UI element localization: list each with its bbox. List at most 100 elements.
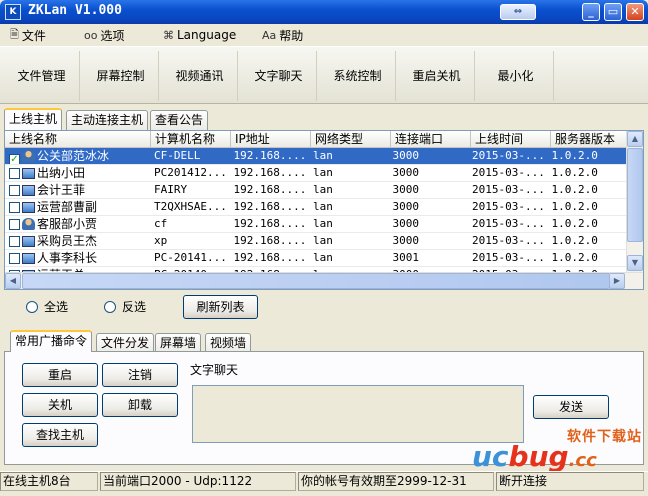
computer-icon: [22, 202, 35, 213]
shutdown-button[interactable]: 关机: [22, 393, 98, 417]
minimize-button[interactable]: _: [582, 3, 600, 21]
host-name-cell: 出纳小田: [5, 165, 150, 181]
row-checkbox[interactable]: [9, 236, 20, 247]
col-online-name[interactable]: 上线名称: [5, 131, 151, 148]
user-icon: [22, 150, 35, 162]
col-ip[interactable]: IP地址: [231, 131, 311, 148]
tab-announcements[interactable]: 查看公告: [150, 110, 209, 130]
table-row[interactable]: 运营部曹副 T2QXHSAE... 192.168.... lan 3000 2015-0…: [5, 199, 627, 216]
file-manage-button[interactable]: 文件管理: [4, 51, 80, 101]
logout-button[interactable]: 注销: [102, 363, 178, 387]
cell-ver: 1.0.2.0: [551, 234, 598, 247]
title-bar[interactable]: K ZKLan V1.000 ⇔ _ ▭ ✕: [0, 0, 648, 24]
row-checkbox[interactable]: ✓: [9, 154, 20, 164]
select-all-radio[interactable]: 全选: [26, 298, 68, 315]
menu-help[interactable]: Aa 帮助: [262, 27, 303, 43]
menu-file[interactable]: 🗎 文件: [10, 27, 46, 43]
horizontal-scroll-thumb[interactable]: [22, 273, 610, 289]
computer-icon: [22, 168, 35, 179]
cell-computer: FAIRY: [154, 183, 188, 196]
transfer-icon[interactable]: ⇔: [500, 4, 536, 20]
tab-broadcast-commands[interactable]: 常用广播命令: [10, 330, 93, 352]
tab-video-wall[interactable]: 视频墙: [205, 333, 252, 353]
cell-net: lan: [313, 251, 333, 264]
computer-icon: [22, 185, 35, 196]
tab-online-hosts[interactable]: 上线主机: [4, 108, 63, 130]
col-computer-name[interactable]: 计算机名称: [151, 131, 231, 148]
menu-options-label: 选项: [100, 28, 125, 43]
file-icon: 🗎: [10, 27, 19, 41]
screen-control-button[interactable]: 屏幕控制: [83, 51, 159, 101]
cell-time: 2015-03-...: [467, 148, 548, 164]
cell-ip: 192.168....: [233, 166, 307, 179]
cell-ver: 1.0.2.0: [551, 200, 598, 213]
table-row[interactable]: 出纳小田 PC201412... 192.168.... lan 3000 2015-03…: [5, 165, 627, 182]
host-name-cell: 采购员王杰: [5, 233, 150, 249]
cell-port: 3000: [392, 200, 420, 213]
text-chat-button[interactable]: 文字聊天: [241, 51, 317, 101]
col-server-version[interactable]: 服务器版本: [551, 131, 631, 148]
cell-ip: 192.168....: [233, 200, 307, 213]
vertical-scroll-thumb[interactable]: [627, 148, 643, 242]
uninstall-button[interactable]: 卸载: [102, 393, 178, 417]
row-checkbox[interactable]: [9, 168, 20, 179]
table-row[interactable]: 客服部小贾 cf 192.168.... lan 3000 2015-03-... 1.0.…: [5, 216, 627, 233]
chat-input[interactable]: [192, 385, 524, 443]
restart-button[interactable]: 重启: [22, 363, 98, 387]
table-row[interactable]: 人事李科长 PC-20141... 192.168.... lan 3001 2015-0…: [5, 250, 627, 267]
row-checkbox[interactable]: [9, 219, 20, 230]
cell-computer: PC201412...: [154, 166, 227, 179]
table-row[interactable]: 采购员王杰 xp 192.168.... lan 3000 2015-03-... 1.0.…: [5, 233, 627, 250]
cell-ip: 192.168....: [233, 183, 307, 196]
cell-port: 3000: [388, 148, 468, 164]
grid-header: 上线名称 计算机名称 IP地址 网络类型 连接端口 上线时间 服务器版本: [5, 131, 631, 148]
table-row[interactable]: ✓ 公关部范冰冰 CF-DELL 192.168.... lan 3000 2015-03-…: [5, 148, 627, 165]
status-connection: 断开连接: [496, 472, 644, 491]
restart-shutdown-button[interactable]: 重启关机: [399, 51, 475, 101]
col-online-time[interactable]: 上线时间: [471, 131, 551, 148]
scroll-up-icon[interactable]: ▲: [627, 131, 643, 147]
horizontal-scrollbar[interactable]: ◀ ▶: [5, 272, 643, 289]
cell-time: 2015-03-...: [471, 183, 545, 196]
host-name: 运营部曹副: [37, 200, 98, 214]
tab-screen-wall[interactable]: 屏幕墙: [155, 333, 202, 353]
cell-ver: 1.0.2.0: [551, 166, 598, 179]
cell-time: 2015-03-...: [471, 234, 545, 247]
scroll-down-icon[interactable]: ▼: [627, 255, 643, 271]
invert-select-radio[interactable]: 反选: [104, 298, 146, 315]
scroll-left-icon[interactable]: ◀: [5, 273, 21, 289]
host-name-cell: 运营部曹副: [5, 199, 150, 215]
row-checkbox[interactable]: [9, 202, 20, 213]
table-row[interactable]: 会计王菲 FAIRY 192.168.... lan 3000 2015-03-... 1.…: [5, 182, 627, 199]
scroll-right-icon[interactable]: ▶: [609, 273, 625, 289]
cell-ip: 192.168....: [233, 251, 307, 264]
system-control-button[interactable]: 系统控制: [320, 51, 396, 101]
cell-ip: 192.168....: [233, 217, 307, 230]
vertical-scrollbar[interactable]: ▲ ▼: [626, 131, 643, 272]
menu-language[interactable]: ⌘ Language: [163, 27, 236, 43]
row-checkbox[interactable]: [9, 253, 20, 264]
help-icon: Aa: [262, 28, 277, 42]
grid-body: ✓ 公关部范冰冰 CF-DELL 192.168.... lan 3000 2015-03-…: [5, 148, 627, 272]
close-button[interactable]: ✕: [626, 3, 644, 21]
cell-time: 2015-03-...: [471, 217, 545, 230]
send-button[interactable]: 发送: [533, 395, 609, 419]
host-name: 出纳小田: [37, 166, 86, 180]
col-net-type[interactable]: 网络类型: [311, 131, 391, 148]
row-checkbox[interactable]: [9, 185, 20, 196]
minimize-tool-button[interactable]: 最小化: [478, 51, 554, 101]
maximize-button[interactable]: ▭: [604, 3, 622, 21]
menu-options[interactable]: oo 选项: [84, 27, 124, 43]
find-host-button[interactable]: 查找主机: [22, 423, 98, 447]
col-port[interactable]: 连接端口: [391, 131, 471, 148]
host-name-cell: 会计王菲: [5, 182, 150, 198]
video-call-button[interactable]: 视频通讯: [162, 51, 238, 101]
refresh-list-button[interactable]: 刷新列表: [183, 295, 258, 319]
status-bar: 在线主机8台 当前端口2000 - Udp:1122 你的帐号有效期至2999-…: [0, 471, 648, 491]
chat-label: 文字聊天: [190, 363, 239, 377]
host-list[interactable]: 上线名称 计算机名称 IP地址 网络类型 连接端口 上线时间 服务器版本 ✓ 公关…: [4, 130, 644, 290]
cell-port: 3000: [392, 183, 420, 196]
tab-active-connect[interactable]: 主动连接主机: [66, 110, 149, 130]
tab-file-distribute[interactable]: 文件分发: [96, 333, 155, 353]
cell-ver: 1.0.2.0: [551, 183, 598, 196]
